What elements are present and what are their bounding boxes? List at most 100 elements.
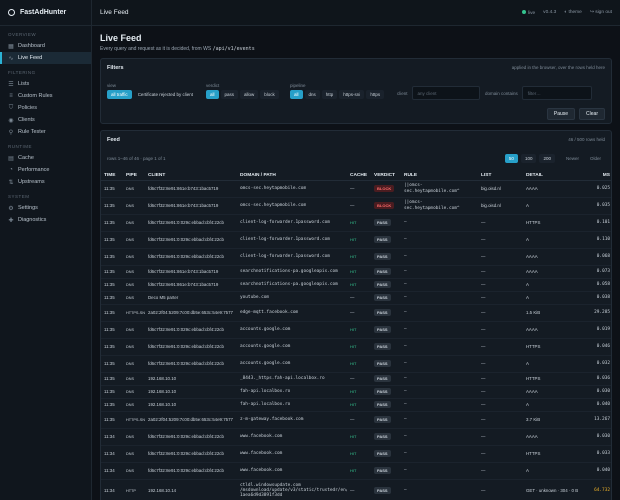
domain-input[interactable]: filter… bbox=[521, 86, 592, 100]
cell-verdict: PASS bbox=[371, 385, 401, 399]
table-row[interactable]: 11:35 HTTPS-SNI 2a02:2f04:5209:7c00:db5e:6… bbox=[101, 304, 611, 322]
table-row[interactable]: 11:35 DNS Deco M5 parter youtube.com — PASS — —… bbox=[101, 291, 611, 305]
cell-time: 11:35 bbox=[101, 355, 123, 373]
table-row[interactable]: 11:35 DNS fd6c7f32:8e91:0:029c:ebbad:cbf4:… bbox=[101, 214, 611, 232]
table-row[interactable]: 11:35 DNS fd6c7f32:8e91:0:029c:ebbad:cbf4:… bbox=[101, 231, 611, 249]
table-row[interactable]: 11:34 DNS fd6c7f32:8e91:0:029c:ebbad:cbf4:… bbox=[101, 428, 611, 446]
verdict-badge: PASS bbox=[374, 450, 391, 457]
version-label: v0.4.3 bbox=[543, 10, 557, 15]
cell-domain: client-log-forwarder.1password.com bbox=[237, 214, 347, 232]
verdict-badge: PASS bbox=[374, 268, 391, 275]
pipeline-chip-https-sni[interactable]: https-sni bbox=[339, 90, 365, 99]
table-body: 11:35 DNS fd6c7f32:8e91:861e:b743:1bac5719… bbox=[101, 180, 611, 500]
cell-verdict: PASS bbox=[371, 462, 401, 480]
table-row[interactable]: 11:35 DNS 192.168.10.10 fah-api.localbox.ro… bbox=[101, 398, 611, 412]
feed-count: 46 / 500 rows held bbox=[568, 137, 605, 142]
table-row[interactable]: 11:35 HTTPS-SNI 2a02:2f04:5209:7c00:db5e:6… bbox=[101, 411, 611, 429]
nav-section-label: RUNTIME bbox=[8, 144, 32, 149]
sidebar-item-label: Dashboard bbox=[18, 43, 45, 49]
clients-icon: ◉ bbox=[8, 117, 14, 124]
cell-detail: AAAA bbox=[523, 321, 583, 339]
cell-domain: omcs-sec.heytapmobile.com bbox=[237, 197, 347, 215]
verdict-chip-all[interactable]: all bbox=[206, 90, 219, 99]
clear-button[interactable]: Clear bbox=[579, 108, 605, 120]
sidebar-item-clients[interactable]: ◉ Clients bbox=[0, 114, 91, 126]
cell-verdict: PASS bbox=[371, 398, 401, 412]
sidebar-item-dashboard[interactable]: ▦ Dashboard bbox=[0, 40, 91, 52]
sidebar-item-policies[interactable]: ⛉ Policies bbox=[0, 102, 91, 114]
table-row[interactable]: 11:34 DNS fd6c7f32:8e91:0:029c:ebbad:cbf4:… bbox=[101, 462, 611, 480]
pipeline-chip-http[interactable]: http bbox=[321, 90, 338, 99]
cell-ms: 0.033 bbox=[583, 445, 611, 463]
verdict-badge: PASS bbox=[374, 375, 391, 382]
pipeline-chip-https[interactable]: https bbox=[366, 90, 385, 99]
page-size-200[interactable]: 200 bbox=[539, 153, 555, 163]
table-row[interactable]: 11:35 DNS fd6c7f32:8e91:861e:b743:1bac5719… bbox=[101, 197, 611, 215]
page-size-50[interactable]: 50 bbox=[504, 153, 518, 163]
cell-ms: 64.732 bbox=[583, 479, 611, 500]
pause-button[interactable]: Pause bbox=[546, 108, 576, 120]
cell-verdict: PASS bbox=[371, 265, 401, 279]
cell-list: — bbox=[478, 304, 523, 322]
table-row[interactable]: 11:35 DNS fd6c7f32:8e91:0:029c:ebbad:cbf4:… bbox=[101, 355, 611, 373]
cell-pipe: DNS bbox=[123, 372, 145, 386]
cell-list: — bbox=[478, 411, 523, 429]
table-row[interactable]: 11:35 DNS fd6c7f32:8e91:0:029c:ebbad:cbf4:… bbox=[101, 248, 611, 266]
sidebar-item-live-feed[interactable]: ∿ Live Feed bbox=[0, 52, 91, 64]
table-row[interactable]: 11:35 DNS fd6c7f32:8e91:861e:b743:1bac5719… bbox=[101, 180, 611, 198]
sidebar-item-upstreams[interactable]: ⇅ Upstreams bbox=[0, 176, 91, 188]
table-row[interactable]: 11:35 DNS fd6c7f32:8e91:0:029c:ebbad:cbf4:… bbox=[101, 321, 611, 339]
pipeline-chip-dns[interactable]: dns bbox=[304, 90, 320, 99]
cell-cache: HIT bbox=[347, 385, 371, 399]
table-row[interactable]: 11:35 DNS fd6c7f32:8e91:0:029c:ebbad:cbf4:… bbox=[101, 338, 611, 356]
cell-client: 2a02:2f04:5209:7c00:db5e:653c:54e9:7577 bbox=[145, 304, 237, 322]
cell-ms: 0.046 bbox=[583, 338, 611, 356]
sidebar-item-performance[interactable]: ◔ Performance bbox=[0, 164, 91, 176]
verdict-badge: PASS bbox=[374, 416, 391, 423]
sidebar-item-rule-tester[interactable]: ⚲ Rule Tester bbox=[0, 126, 91, 138]
verdict-chip-block[interactable]: block bbox=[260, 90, 279, 99]
sidebar-item-cache[interactable]: ▤ Cache bbox=[0, 152, 91, 164]
cell-rule: — bbox=[401, 248, 478, 266]
cell-time: 11:35 bbox=[101, 265, 123, 279]
pipeline-chip-all[interactable]: all bbox=[290, 90, 303, 99]
cell-rule: — bbox=[401, 355, 478, 373]
cell-domain: www.facebook.com bbox=[237, 428, 347, 446]
cell-list: — bbox=[478, 355, 523, 373]
sidebar-item-diagnostics[interactable]: ✚ Diagnostics bbox=[0, 214, 91, 226]
view-chip-all-traffic[interactable]: all traffic bbox=[107, 90, 132, 99]
verdict-chip-allow[interactable]: allow bbox=[240, 90, 259, 99]
sidebar-item-label: Performance bbox=[18, 167, 50, 173]
cell-verdict: PASS bbox=[371, 411, 401, 429]
cell-time: 11:35 bbox=[101, 291, 123, 305]
theme-toggle[interactable]: ◐ theme bbox=[564, 10, 582, 15]
sidebar-item-custom-rules[interactable]: ≡ Custom Rules bbox=[0, 90, 91, 102]
cell-pipe: DNS bbox=[123, 180, 145, 198]
cell-domain: www.facebook.com bbox=[237, 462, 347, 480]
cell-pipe: HTTPS-SNI bbox=[123, 304, 145, 322]
table-row[interactable]: 11:34 HTTP 192.168.10.14 ctldl.windowsupdat… bbox=[101, 479, 611, 500]
cell-ms: 0.036 bbox=[583, 372, 611, 386]
cache-hit-badge: HIT bbox=[350, 361, 357, 366]
sidebar-item-lists[interactable]: ☰ Lists bbox=[0, 78, 91, 90]
table-row[interactable]: 11:35 DNS fd6c7f32:8e91:861e:b743:1bac5719… bbox=[101, 278, 611, 292]
table-row[interactable]: 11:34 DNS fd6c7f32:8e91:0:029c:ebbad:cbf4:… bbox=[101, 445, 611, 463]
older-button[interactable]: Older bbox=[586, 154, 605, 163]
client-input[interactable]: any client bbox=[411, 86, 480, 100]
table-row[interactable]: 11:35 DNS 192.168.10.10 _8443._https.fah-ap… bbox=[101, 372, 611, 386]
cell-pipe: DNS bbox=[123, 338, 145, 356]
sidebar-item-settings[interactable]: ⚙ Settings bbox=[0, 202, 91, 214]
sign-out-link[interactable]: ↪ sign out bbox=[590, 10, 612, 15]
verdict-chip-pass[interactable]: pass bbox=[220, 90, 239, 99]
page-size-100[interactable]: 100 bbox=[520, 153, 537, 163]
cell-client: fd6c7f32:8e91:0:029c:ebbad:cbf4:22cb bbox=[145, 428, 237, 446]
cell-pipe: DNS bbox=[123, 445, 145, 463]
newer-button[interactable]: Newer bbox=[562, 154, 583, 163]
brand[interactable]: FastAdHunter bbox=[0, 0, 91, 26]
table-row[interactable]: 11:35 DNS fd6c7f32:8e91:861e:b743:1bac5719… bbox=[101, 265, 611, 279]
table-row[interactable]: 11:35 DNS 192.168.10.10 fah-api.localbox.ro… bbox=[101, 385, 611, 399]
cell-ms: 0.030 bbox=[583, 385, 611, 399]
cell-client: fd6c7f32:8e91:861e:b743:1bac5719 bbox=[145, 180, 237, 198]
cell-list: big.oisd.nl bbox=[478, 197, 523, 215]
view-chip-cert-rejected[interactable]: Certificate rejected by client bbox=[134, 90, 197, 99]
